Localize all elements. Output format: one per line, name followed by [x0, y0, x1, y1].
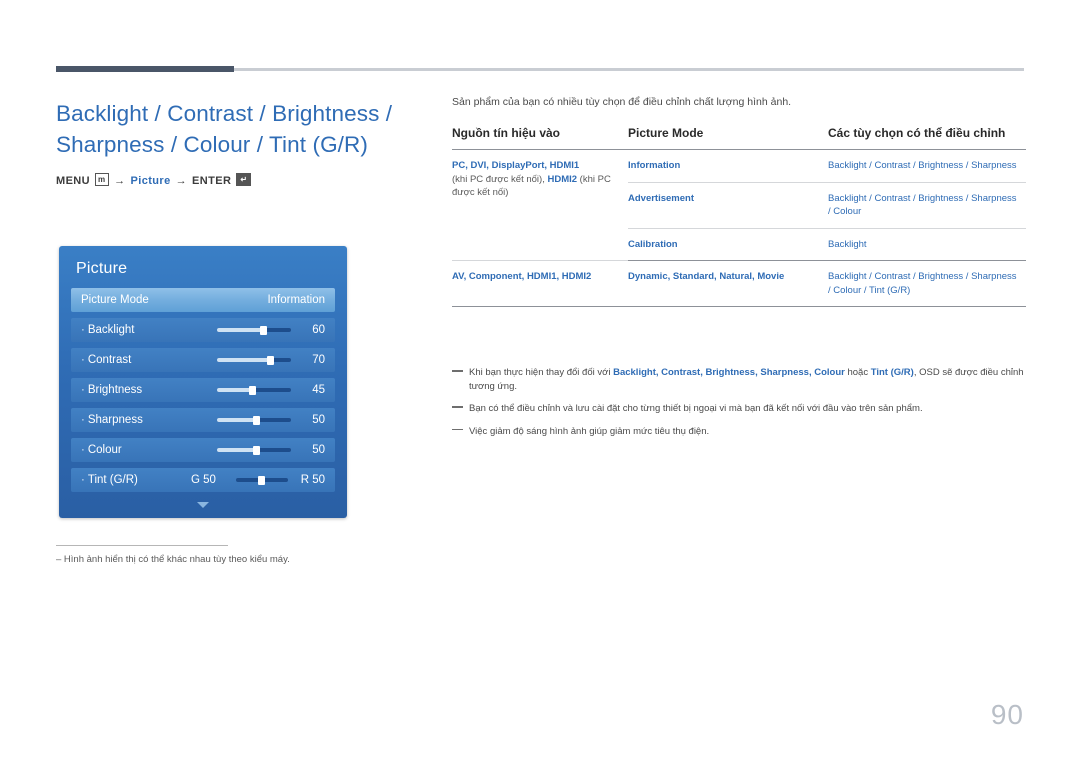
- osd-slider[interactable]: [217, 325, 291, 335]
- cell-source-av: AV, Component, HDMI1, HDMI2: [452, 260, 628, 307]
- enter-icon: ↵: [236, 173, 252, 186]
- right-column: Sản phẩm của bạn có nhiều tùy chọn để đi…: [452, 96, 1026, 307]
- note-text-prefix: Khi bạn thực hiện thay đổi đối với: [469, 367, 614, 378]
- osd-slider-tint[interactable]: [236, 475, 288, 485]
- col-header-source: Nguồn tín hiệu vào: [452, 126, 628, 150]
- note-text-mid: hoặc: [844, 367, 871, 378]
- osd-item-value: 45: [312, 384, 325, 396]
- table-header-row: Nguồn tín hiệu vào Picture Mode Các tùy …: [452, 126, 1026, 150]
- osd-slider[interactable]: [217, 415, 291, 425]
- menu-label: MENU: [56, 174, 90, 187]
- table-row: PC, DVI, DisplayPort, HDMI1 (khi PC được…: [452, 149, 1026, 261]
- notes-list: Khi bạn thực hiện thay đổi đối với Backl…: [452, 366, 1026, 447]
- osd-item-brightness[interactable]: · Brightness 45: [71, 378, 335, 402]
- footnote-text: – Hình ảnh hiển thị có thể khác nhau tùy…: [56, 554, 290, 565]
- cell-mode-calibration: Calibration: [628, 228, 828, 261]
- cell-options-dynamic: Backlight / Contrast / Brightness / Shar…: [828, 260, 1026, 307]
- note-text-blue2: Tint (G/R): [870, 367, 914, 378]
- dash-icon: [452, 428, 463, 430]
- table-row: AV, Component, HDMI1, HDMI2 Dynamic, Sta…: [452, 260, 1026, 307]
- note-item: Bạn có thể điều chỉnh và lưu cài đặt cho…: [452, 402, 1026, 416]
- cell-options-advertisement: Backlight / Contrast / Brightness / Shar…: [828, 182, 1026, 229]
- osd-item-label: · Contrast: [81, 354, 132, 366]
- osd-item-value: Information: [267, 294, 325, 306]
- osd-item-value: R 50: [300, 474, 325, 486]
- osd-item-backlight[interactable]: · Backlight 60: [71, 318, 335, 342]
- osd-item-label: · Brightness: [81, 384, 143, 396]
- chevron-down-icon[interactable]: [197, 502, 209, 508]
- osd-item-label: · Sharpness: [81, 414, 143, 426]
- menu-icon: m: [95, 173, 110, 186]
- osd-item-label: Picture Mode: [81, 294, 149, 306]
- note-text-blue: Backlight, Contrast, Brightness, Sharpne…: [613, 367, 845, 378]
- osd-item-tint[interactable]: · Tint (G/R) G 50 R 50: [71, 468, 335, 492]
- cell-mode-advertisement: Advertisement: [628, 182, 828, 229]
- note-text: Bạn có thể điều chỉnh và lưu cài đặt cho…: [469, 403, 923, 414]
- menu-path: MENU m → Picture → ENTER ↵: [56, 173, 416, 187]
- osd-item-label: · Backlight: [81, 324, 135, 336]
- note-item: Việc giảm độ sáng hình ảnh giúp giảm mức…: [452, 425, 1026, 439]
- dash-icon: [452, 406, 463, 408]
- cell-source-pc: PC, DVI, DisplayPort, HDMI1 (khi PC được…: [452, 149, 628, 261]
- osd-item-value: 60: [312, 324, 325, 336]
- osd-item-value: 50: [312, 414, 325, 426]
- osd-panel: Picture Picture Mode Information · Backli…: [59, 246, 347, 518]
- arrow-2-icon: →: [175, 174, 188, 187]
- osd-item-contrast[interactable]: · Contrast 70: [71, 348, 335, 372]
- osd-item-label: · Colour: [81, 444, 122, 456]
- cell-mode-dynamic: Dynamic, Standard, Natural, Movie: [628, 260, 828, 307]
- left-footnote: – Hình ảnh hiển thị có thể khác nhau tùy…: [56, 545, 356, 566]
- osd-item-sharpness[interactable]: · Sharpness 50: [71, 408, 335, 432]
- osd-slider[interactable]: [217, 385, 291, 395]
- footnote-rule: [56, 545, 228, 546]
- dash-icon: [452, 370, 463, 372]
- note-text: Việc giảm độ sáng hình ảnh giúp giảm mức…: [469, 425, 710, 437]
- arrow-1-icon: →: [114, 174, 126, 187]
- osd-item-value: 70: [312, 354, 325, 366]
- col-header-options: Các tùy chọn có thể điều chỉnh: [828, 126, 1026, 150]
- osd-item-picture-mode[interactable]: Picture Mode Information: [71, 288, 335, 312]
- page-title: Backlight / Contrast / Brightness / Shar…: [56, 101, 393, 157]
- cell-mode-information: Information: [628, 149, 828, 183]
- note-item: Khi bạn thực hiện thay đổi đối với Backl…: [452, 366, 1026, 393]
- page-number: 90: [990, 699, 1024, 730]
- osd-item-label: · Tint (G/R): [81, 474, 138, 486]
- intro-text: Sản phẩm của bạn có nhiều tùy chọn để đi…: [452, 96, 792, 108]
- col-header-picture-mode: Picture Mode: [628, 126, 828, 150]
- osd-menu-list: Picture Mode Information · Backlight 60 ·…: [59, 288, 347, 492]
- enter-label: ENTER: [192, 174, 232, 187]
- osd-title: Picture: [76, 260, 128, 277]
- osd-slider[interactable]: [217, 355, 291, 365]
- cell-options-information: Backlight / Contrast / Brightness / Shar…: [828, 149, 1026, 183]
- picture-options-table: Nguồn tín hiệu vào Picture Mode Các tùy …: [452, 126, 1026, 307]
- osd-item-value-green: G 50: [191, 474, 216, 486]
- osd-item-colour[interactable]: · Colour 50: [71, 438, 335, 462]
- left-column: Backlight / Contrast / Brightness / Shar…: [56, 98, 416, 187]
- header-rule-accent: [56, 66, 234, 72]
- osd-item-value: 50: [312, 444, 325, 456]
- osd-slider[interactable]: [217, 445, 291, 455]
- menu-path-picture: Picture: [130, 174, 171, 187]
- cell-options-calibration: Backlight: [828, 228, 1026, 261]
